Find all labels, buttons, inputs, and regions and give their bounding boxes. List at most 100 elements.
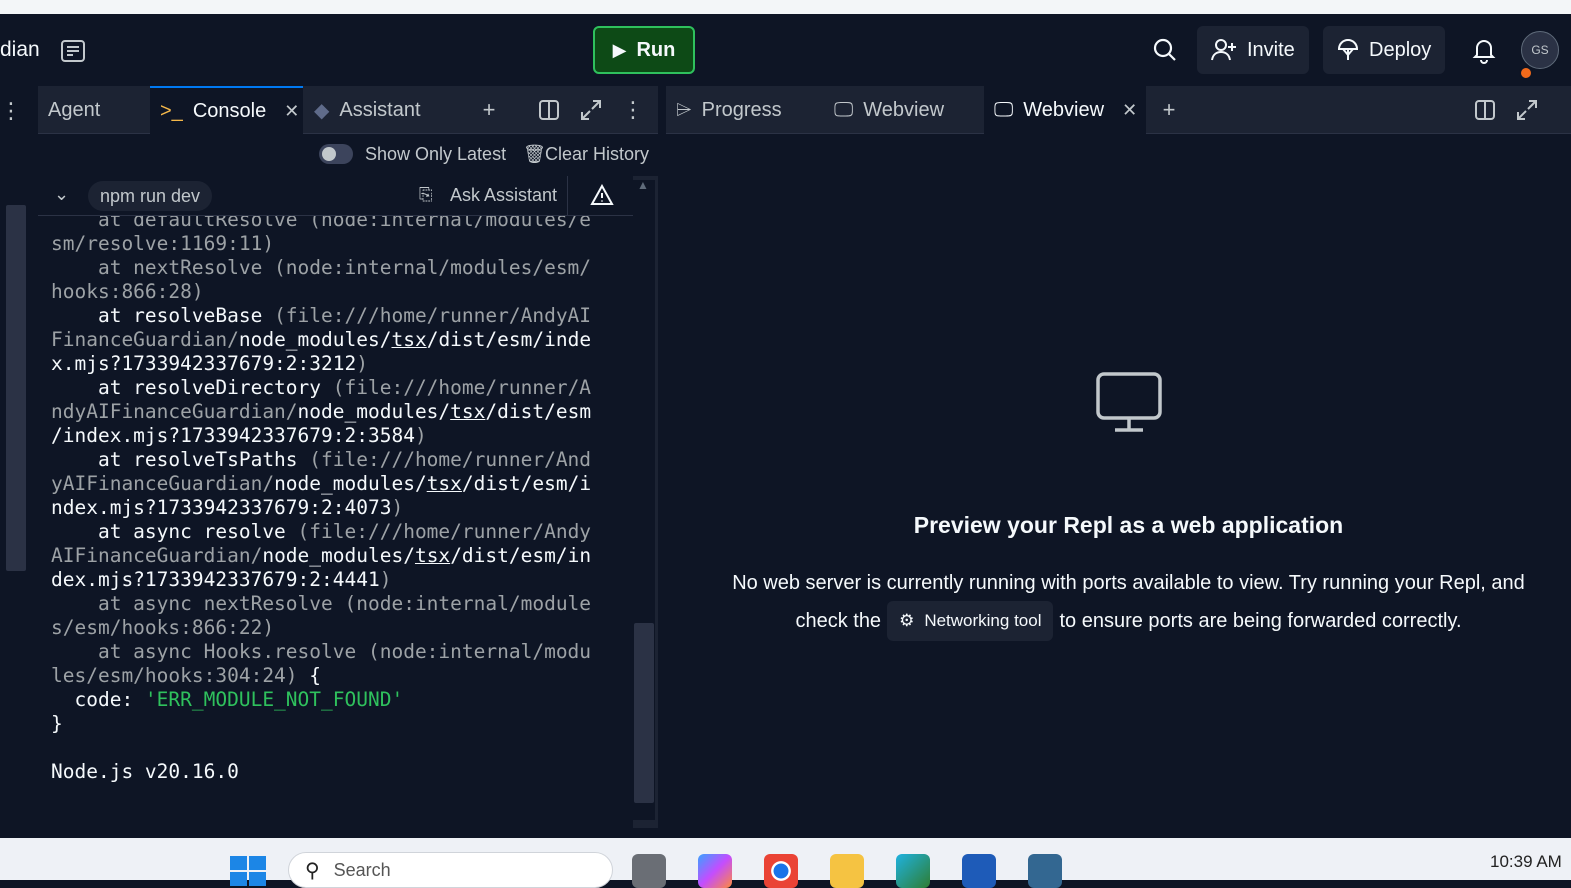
console-segment: /dist/esm/inde: [426, 328, 592, 351]
console-segment: ): [379, 568, 392, 591]
trash-icon[interactable]: 🗑: [523, 144, 546, 165]
command-bar: ⌄ npm run dev ⎘ Ask Assistant: [38, 176, 633, 216]
monitor-icon: 🖵: [994, 98, 1014, 121]
console-line: les/esm/hooks:304:24) {: [51, 664, 591, 688]
more-vertical-icon[interactable]: ⋮: [0, 98, 22, 124]
console-line: dex.mjs?1733942337679:2:4441): [51, 568, 591, 592]
split-pane-icon[interactable]: [537, 98, 561, 122]
console-line: x.mjs?1733942337679:2:3212): [51, 352, 591, 376]
task-view-icon[interactable]: [632, 854, 666, 888]
console-line: ndex.mjs?1733942337679:2:4073): [51, 496, 591, 520]
file-list-icon[interactable]: [60, 38, 86, 64]
tab-webview-1-label: Webview: [863, 98, 945, 121]
tab-agent[interactable]: Agent: [48, 86, 148, 134]
deploy-icon: [1337, 38, 1359, 60]
console-output[interactable]: at defaultResolve (node:internal/modules…: [38, 216, 633, 828]
console-segment: (file:///home/runner/Andy: [297, 520, 592, 543]
console-line: FinanceGuardian/node_modules/tsx/dist/es…: [51, 328, 591, 352]
left-scrollbar[interactable]: [6, 205, 26, 571]
chrome-icon[interactable]: [764, 854, 798, 888]
monitor-icon: 🖵: [834, 98, 854, 121]
console-toolbar: Show Only Latest 🗑 Clear History: [38, 134, 658, 176]
console-segment: ): [356, 352, 368, 375]
console-line: at async Hooks.resolve (node:internal/mo…: [51, 640, 591, 664]
console-segment: at async Hooks.resolve (node:internal/mo…: [51, 640, 592, 663]
search-icon[interactable]: [1151, 36, 1179, 64]
tab-console[interactable]: >_ Console ✕: [150, 86, 303, 134]
tab-progress-label: Progress: [701, 98, 782, 121]
more-vertical-icon[interactable]: ⋮: [621, 97, 645, 122]
maximize-icon[interactable]: [579, 98, 603, 122]
network-icon: ⚙: [899, 611, 915, 630]
console-segment: /dist/esm/i: [461, 472, 592, 495]
preview-text-post: to ensure ports are being forwarded corr…: [1059, 609, 1462, 632]
left-pane: Agent >_ Console ✕ ◆ Assistant + ⋮ Show …: [38, 86, 658, 828]
split-pane-icon[interactable]: [1473, 98, 1497, 122]
console-line: /index.mjs?1733942337679:2:3584): [51, 424, 591, 448]
edge-icon[interactable]: [896, 854, 930, 888]
console-segment: les/esm/hooks:304:24): [51, 664, 310, 687]
console-segment: node_modules/: [297, 400, 451, 423]
clear-history-button[interactable]: Clear History: [545, 144, 649, 165]
ask-assistant-button[interactable]: Ask Assistant: [450, 185, 557, 206]
console-line: sm/resolve:1169:11): [51, 232, 591, 256]
add-tab-icon[interactable]: +: [477, 97, 501, 122]
repl-title[interactable]: dian: [0, 38, 40, 62]
left-tab-bar: Agent >_ Console ✕ ◆ Assistant + ⋮: [38, 86, 658, 134]
run-button[interactable]: ▶ Run: [593, 26, 695, 74]
add-tab-icon[interactable]: +: [1157, 97, 1181, 122]
console-segment: at resolveBase: [51, 304, 275, 327]
console-icon: >_: [160, 99, 183, 122]
console-line: at nextResolve (node:internal/modules/es…: [51, 256, 591, 280]
chevron-down-icon[interactable]: ⌄: [54, 184, 69, 205]
add-user-icon: [1211, 39, 1236, 61]
console-segment: tsx: [450, 400, 486, 423]
word-icon[interactable]: [962, 854, 996, 888]
run-label: Run: [636, 38, 676, 61]
file-explorer-icon[interactable]: [830, 854, 864, 888]
tab-progress[interactable]: ⌲ Progress: [676, 86, 826, 134]
maximize-icon[interactable]: [1515, 98, 1539, 122]
console-segment: at defaultResolve (node:internal/modules…: [51, 216, 592, 231]
tab-assistant[interactable]: ◆ Assistant: [314, 86, 464, 134]
copilot-icon[interactable]: [698, 854, 732, 888]
app-header: dian ▶ Run Invite Deploy GS: [0, 14, 1571, 86]
console-segment: at async resolve: [51, 520, 298, 543]
console-segment: at resolveTsPaths: [51, 448, 310, 471]
console-line: hooks:866:28): [51, 280, 591, 304]
scroll-up-icon[interactable]: ▲: [637, 178, 649, 192]
show-only-latest-toggle[interactable]: [319, 144, 353, 164]
right-tab-bar: ⌲ Progress 🖵 Webview 🖵 Webview ✕ +: [666, 86, 1571, 134]
notification-dot: [1519, 66, 1533, 80]
console-scrollbar-thumb[interactable]: [634, 623, 654, 803]
taskbar-search-placeholder: Search: [333, 859, 391, 880]
avatar[interactable]: GS: [1521, 31, 1559, 69]
right-pane: ⌲ Progress 🖵 Webview 🖵 Webview ✕ + Previ…: [666, 86, 1571, 828]
invite-button[interactable]: Invite: [1197, 26, 1309, 74]
tab-webview-2[interactable]: 🖵 Webview ✕: [984, 86, 1146, 134]
console-segment: x.mjs?1733942337679:2:3212: [51, 352, 357, 375]
networking-tool-button[interactable]: ⚙ Networking tool: [887, 601, 1054, 641]
console-line: at async nextResolve (node:internal/modu…: [51, 592, 591, 616]
console-segment: /index.mjs?1733942337679:2:3584: [51, 424, 415, 447]
console-segment: node_modules/: [274, 472, 427, 495]
warning-icon[interactable]: [590, 184, 614, 206]
console-segment: at async nextResolve (node:internal/modu…: [51, 592, 592, 615]
bell-icon[interactable]: [1470, 36, 1498, 64]
tab-webview-1[interactable]: 🖵 Webview: [834, 86, 984, 134]
close-icon[interactable]: ✕: [1122, 100, 1137, 121]
console-segment: node_modules/: [238, 328, 392, 351]
console-line: code: 'ERR_MODULE_NOT_FOUND': [51, 688, 591, 712]
command-pill[interactable]: npm run dev: [88, 181, 213, 211]
monitor-icon: [1096, 372, 1162, 432]
console-line: at async resolve (file:///home/runner/An…: [51, 520, 591, 544]
console-segment: hooks:866:28): [51, 280, 204, 303]
windows-start-icon[interactable]: [230, 856, 266, 886]
deploy-button[interactable]: Deploy: [1323, 26, 1446, 74]
close-icon[interactable]: ✕: [284, 101, 299, 122]
console-segment: dex.mjs?1733942337679:2:4441: [51, 568, 380, 591]
console-segment: s/esm/hooks:866:22): [51, 616, 275, 639]
console-segment: node_modules/: [262, 544, 415, 567]
taskbar-search-input[interactable]: ⚲ Search: [288, 852, 613, 888]
postgres-icon[interactable]: [1028, 854, 1062, 888]
